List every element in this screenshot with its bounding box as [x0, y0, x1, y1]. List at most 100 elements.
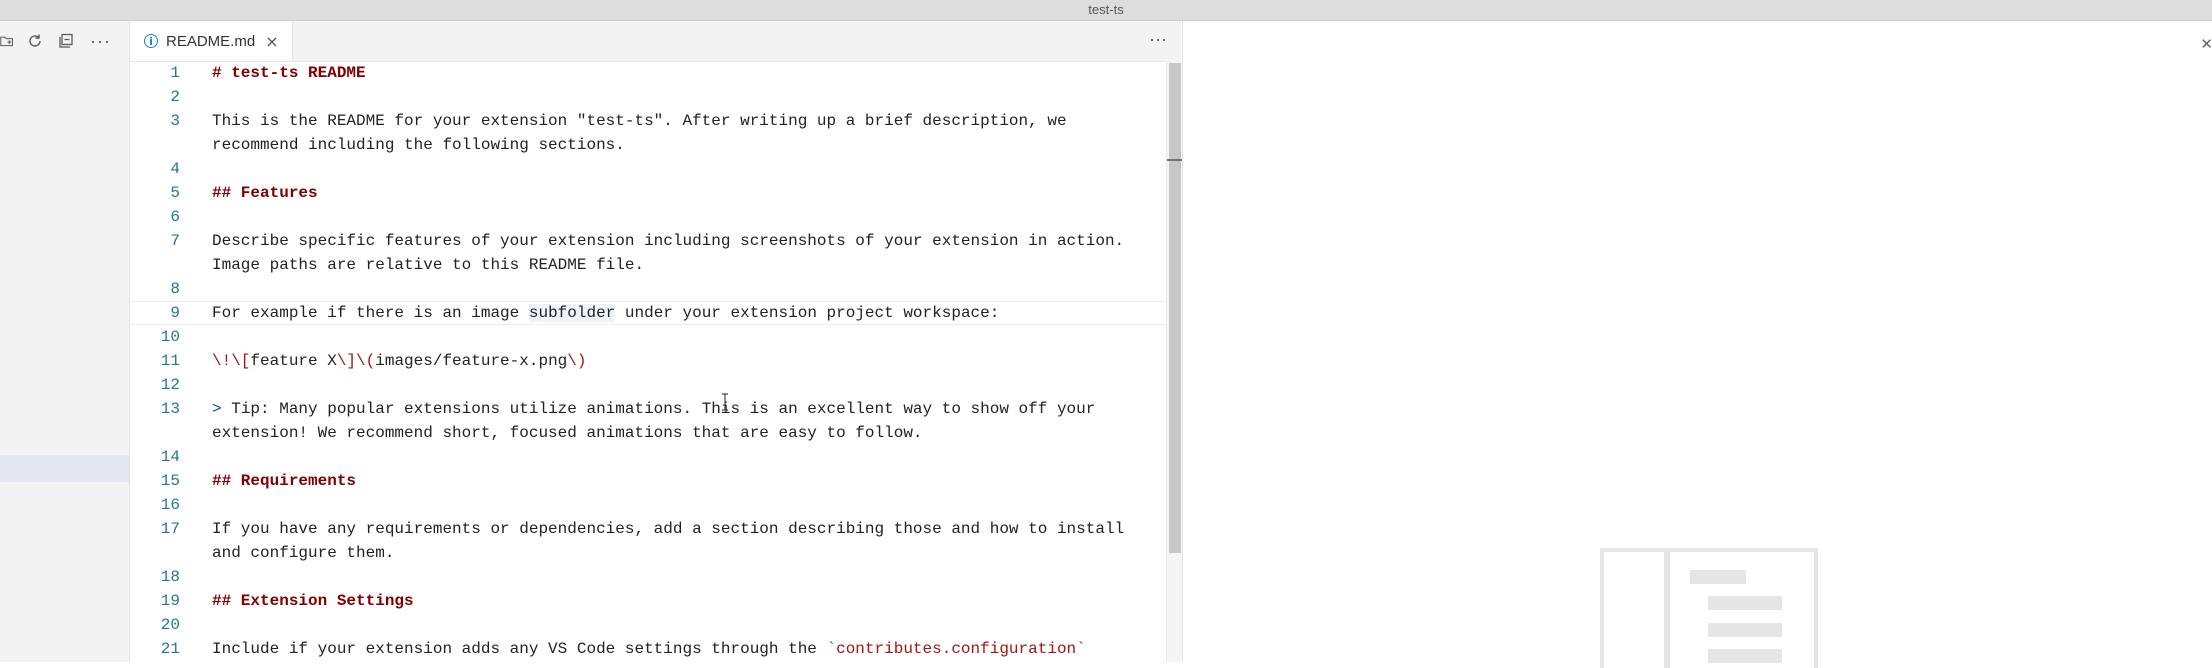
line-text: If you have any requirements or dependen…	[212, 517, 1124, 541]
line-text: Include if your extension adds any VS Co…	[212, 637, 1086, 661]
sidebar-toolbar: ···	[0, 29, 111, 53]
token: \!\[	[212, 352, 251, 370]
line-number: 21	[160, 640, 180, 658]
code-line[interactable]: 3 This is the README for your extension "…	[130, 109, 1166, 133]
token: Image paths are relative to this README …	[212, 256, 645, 274]
code-line[interactable]: 7 Describe specific features of your exte…	[130, 229, 1166, 253]
token: ## Requirements	[212, 472, 357, 490]
mouse-cursor	[721, 393, 729, 411]
collapse-all-icon[interactable]	[56, 31, 76, 51]
close-icon[interactable]: ×	[265, 32, 278, 51]
line-text: Image paths are relative to this README …	[212, 253, 644, 277]
token: \]\(	[336, 352, 376, 370]
token: `contributes.configuration`	[826, 640, 1086, 658]
line-number: 15	[160, 472, 180, 490]
vertical-scrollbar[interactable]	[1166, 61, 1182, 662]
line-number: 20	[160, 616, 180, 634]
window-titlebar: test-ts	[0, 0, 2212, 21]
code-line[interactable]: 15 ## Requirements	[130, 469, 1166, 493]
document-icon	[1600, 548, 1818, 668]
code-line[interactable]: 13 > Tip: Many popular extensions utilize…	[130, 397, 1166, 421]
line-text: extension! We recommend short, focused a…	[212, 421, 923, 445]
editor-group: i README.md × ··· 1 # test-ts README 2 3 Thi…	[130, 21, 1182, 662]
line-number: 2	[170, 88, 180, 106]
token: Describe specific features of your exten…	[212, 232, 1125, 250]
tab-bar: i README.md × ···	[130, 21, 1181, 62]
code-line[interactable]: 1 # test-ts README	[130, 61, 1166, 85]
token: For example if there is an image	[212, 304, 529, 322]
tab-label: README.md	[166, 32, 256, 50]
scrollbar-cursor-marker	[1167, 159, 1182, 161]
code-editor[interactable]: 1 # test-ts README 2 3 This is the README fo…	[130, 61, 1181, 662]
editor-more-actions-icon[interactable]: ···	[1149, 29, 1167, 50]
code-line[interactable]: 16	[130, 493, 1166, 517]
line-number: 11	[160, 352, 180, 370]
preview-panel: ✕	[1182, 21, 2212, 668]
code-line[interactable]: 2	[130, 85, 1166, 109]
scrollbar-thumb[interactable]	[1169, 63, 1181, 553]
code-line[interactable]: 19 ## Extension Settings	[130, 589, 1166, 613]
token: feature X	[250, 352, 337, 370]
token: Tip: Many popular extensions utilize ani…	[221, 400, 1096, 418]
code-line[interactable]: 17 If you have any requirements or depend…	[130, 517, 1166, 541]
code-line[interactable]: 5 ## Features	[130, 181, 1166, 205]
code-line[interactable]: recommend including the following sectio…	[130, 133, 1166, 157]
line-number: 16	[160, 496, 180, 514]
code-line[interactable]: 4	[130, 157, 1166, 181]
token: images/feature-x.png	[375, 352, 568, 370]
code-line[interactable]: 21 Include if your extension adds any VS …	[130, 637, 1166, 661]
line-number: 18	[160, 568, 180, 586]
token: and configure them.	[212, 544, 395, 562]
code-line[interactable]: 11 \!\[feature X\]\(images/feature-x.png\…	[130, 349, 1166, 373]
line-number: 3	[170, 112, 180, 130]
token: under your extension project workspace:	[615, 304, 1000, 322]
code-line[interactable]: 20	[130, 613, 1166, 637]
line-text: # test-ts README	[212, 61, 366, 85]
line-number: 13	[160, 400, 180, 418]
line-text: ## Extension Settings	[212, 589, 414, 613]
line-number: 5	[170, 184, 180, 202]
refresh-icon[interactable]	[25, 31, 45, 51]
token: extension! We recommend short, focused a…	[212, 424, 923, 442]
line-text: For example if there is an image subfold…	[212, 302, 999, 324]
close-icon[interactable]: ✕	[2200, 35, 2212, 53]
code-line[interactable]: extension! We recommend short, focused a…	[130, 421, 1166, 445]
new-folder-icon[interactable]	[0, 31, 14, 51]
code-line[interactable]: 14	[130, 445, 1166, 469]
line-text: This is the README for your extension "t…	[212, 109, 1067, 133]
token: \)	[567, 352, 587, 370]
line-number: 12	[160, 376, 180, 394]
line-number: 4	[170, 160, 180, 178]
code-line[interactable]: and configure them.	[130, 541, 1166, 565]
line-number: 19	[160, 592, 180, 610]
code-line[interactable]: 18	[130, 565, 1166, 589]
token: This is the README for your extension "t…	[212, 112, 1067, 130]
code-line[interactable]: 6	[130, 205, 1166, 229]
sidebar-selected-row[interactable]	[0, 455, 129, 482]
line-number: 10	[160, 328, 180, 346]
code-line[interactable]: Image paths are relative to this README …	[130, 253, 1166, 277]
line-text: ## Requirements	[212, 469, 356, 493]
tab-readme[interactable]: i README.md ×	[130, 21, 293, 61]
line-text: \!\[feature X\]\(images/feature-x.png\)	[212, 349, 586, 373]
line-number: 9	[170, 304, 180, 322]
more-icon[interactable]: ···	[90, 32, 111, 50]
token: ## Extension Settings	[212, 592, 414, 610]
line-number: 17	[160, 520, 180, 538]
line-number: 7	[170, 232, 180, 250]
line-text: and configure them.	[212, 541, 394, 565]
token: subfolder	[528, 304, 616, 322]
code-line[interactable]: 9 For example if there is an image subfol…	[130, 301, 1166, 325]
code-line[interactable]: 8	[130, 277, 1166, 301]
code-line[interactable]: 10	[130, 325, 1166, 349]
token: recommend including the following sectio…	[212, 136, 625, 154]
line-text: recommend including the following sectio…	[212, 133, 625, 157]
line-number: 8	[170, 280, 180, 298]
line-text: ## Features	[212, 181, 318, 205]
line-number: 1	[170, 64, 180, 82]
token: >	[212, 400, 222, 418]
line-text: Describe specific features of your exten…	[212, 229, 1124, 253]
window-title: test-ts	[1088, 2, 1124, 17]
token: Include if your extension adds any VS Co…	[212, 640, 827, 658]
code-line[interactable]: 12	[130, 373, 1166, 397]
